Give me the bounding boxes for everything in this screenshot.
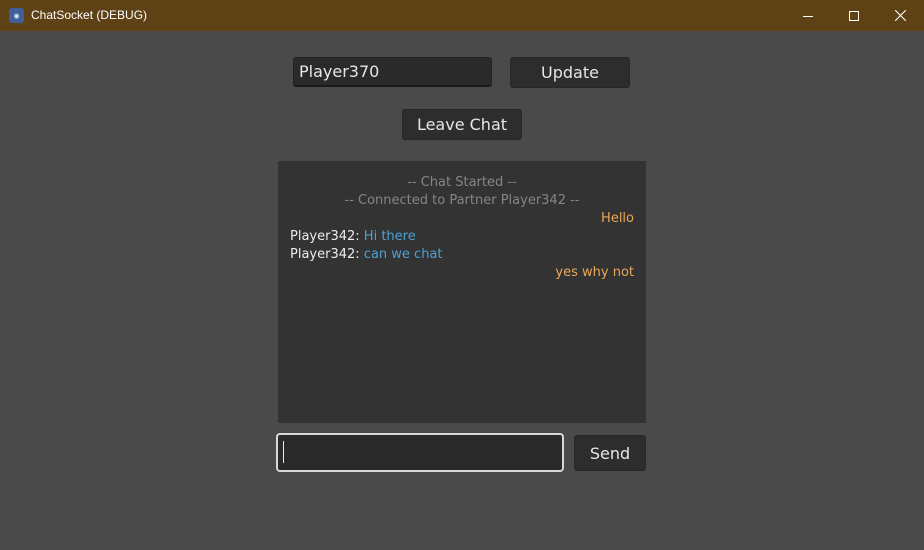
maximize-button[interactable] — [831, 0, 877, 31]
system-message: -- Connected to Partner Player342 -- — [344, 193, 580, 208]
leave-chat-button[interactable]: Leave Chat — [402, 109, 522, 140]
partner-message: Player342: Hi there — [290, 228, 634, 246]
system-message: -- Chat Started -- — [407, 175, 517, 190]
own-message: Hello — [601, 211, 634, 226]
update-button[interactable]: Update — [510, 57, 630, 88]
player-name-input[interactable]: Player370 — [293, 57, 492, 87]
partner-message: Player342: can we chat — [290, 246, 634, 264]
close-button[interactable] — [877, 0, 923, 31]
title-bar: ◉ ChatSocket (DEBUG) — [0, 0, 924, 31]
window-title: ChatSocket (DEBUG) — [31, 8, 148, 22]
maximize-icon — [849, 10, 859, 21]
message-input[interactable] — [276, 433, 564, 472]
godot-engine-icon: ◉ — [9, 8, 24, 23]
sender-name: Player342: — [290, 247, 360, 262]
send-button[interactable]: Send — [574, 435, 646, 471]
minimize-icon — [803, 15, 813, 17]
sender-name: Player342: — [290, 229, 360, 244]
message-text: Hi there — [363, 229, 416, 244]
minimize-button[interactable] — [785, 0, 831, 31]
text-caret — [283, 441, 284, 463]
own-message: yes why not — [555, 265, 634, 280]
close-icon — [894, 10, 906, 21]
message-text: can we chat — [363, 247, 443, 262]
chat-log[interactable]: -- Chat Started -- -- Connected to Partn… — [278, 161, 646, 423]
